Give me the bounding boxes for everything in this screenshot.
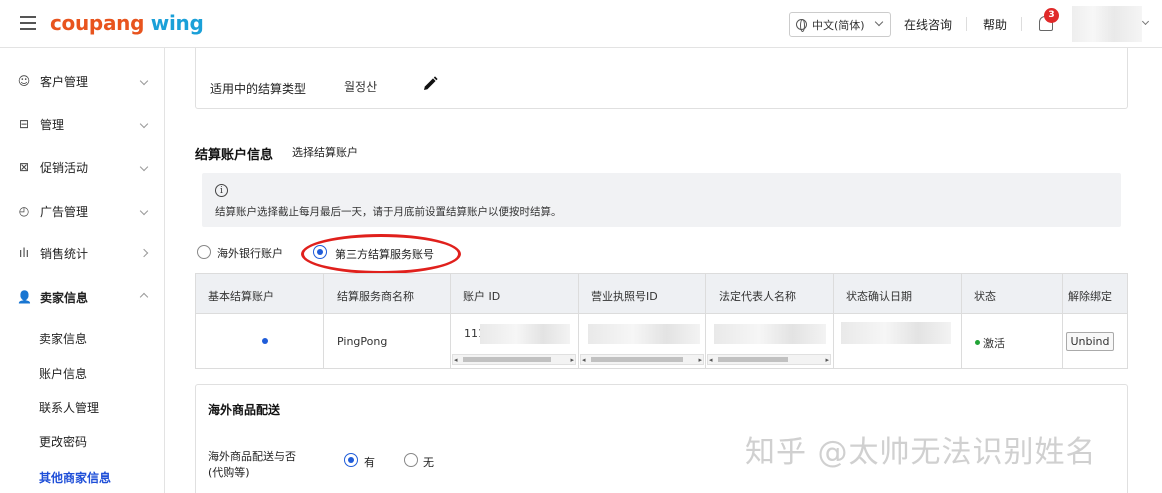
- header-divider: [966, 17, 967, 31]
- settlement-type-value: 월정산: [344, 80, 378, 94]
- sidebar-item-promotion[interactable]: ⊠ 促销活动: [0, 152, 165, 182]
- chevron-right-icon: [139, 248, 149, 258]
- ticket-icon: ⊠: [18, 160, 30, 174]
- subnav-contact-management[interactable]: 联系人管理: [39, 399, 99, 416]
- col-header: 状态确认日期: [846, 290, 912, 303]
- sidebar-item-ads[interactable]: ◴ 广告管理: [0, 196, 165, 226]
- edit-icon[interactable]: [421, 75, 439, 93]
- settlement-type-label: 适用中的结算类型: [210, 82, 307, 96]
- sidebar-item-label: 广告管理: [40, 204, 89, 219]
- col-header: 基本结算账户: [208, 290, 274, 303]
- main-content: 适用中的结算类型 월정산 结算账户信息 选择结算账户 i 结算账户选择截止每月最…: [166, 48, 1162, 493]
- notification-badge: 3: [1044, 8, 1059, 23]
- status-badge: 激活: [983, 337, 1005, 350]
- logo-coupang: coupang: [50, 11, 145, 35]
- radio-third-party-label[interactable]: 第三方结算服务账号: [335, 246, 434, 262]
- logo[interactable]: coupang wing: [50, 11, 204, 35]
- help-link[interactable]: 帮助: [983, 16, 1007, 33]
- sidebar-item-label: 卖家信息: [40, 290, 89, 305]
- subnav-seller-info[interactable]: 卖家信息: [39, 330, 87, 347]
- chevron-up-icon: [139, 292, 149, 302]
- info-icon: i: [215, 184, 228, 197]
- radio-delivery-yes[interactable]: [344, 453, 358, 467]
- language-select[interactable]: 中文(简体): [789, 12, 891, 37]
- col-header: 账户 ID: [463, 290, 501, 303]
- col-header: 营业执照号ID: [591, 290, 658, 303]
- horizontal-scrollbar[interactable]: ◂ ▸: [707, 354, 831, 365]
- settlement-type-card: 适用中的结算类型 월정산: [195, 48, 1128, 109]
- table-divider: [323, 274, 324, 368]
- chevron-down-icon[interactable]: [1141, 17, 1150, 26]
- table-divider: [578, 274, 579, 368]
- overseas-delivery-card: 海外商品配送 海外商品配送与否 (代购等) 有 无: [195, 384, 1128, 493]
- sidebar-item-sales-stats[interactable]: ılı 销售统计: [0, 238, 165, 268]
- chevron-down-icon: [139, 162, 149, 172]
- bar-chart-icon: ılı: [18, 246, 29, 260]
- menu-icon[interactable]: [20, 16, 36, 30]
- sidebar-item-label: 促销活动: [40, 160, 89, 175]
- table-divider: [1062, 274, 1063, 368]
- chevron-down-icon: [139, 119, 149, 129]
- table-divider: [450, 274, 451, 368]
- top-header: coupang wing 中文(简体) 在线咨询 帮助 3: [0, 0, 1162, 48]
- default-account-radio[interactable]: [258, 334, 270, 346]
- subnav-account-info[interactable]: 账户信息: [39, 365, 87, 382]
- table-divider: [833, 274, 834, 368]
- account-section-title: 结算账户信息: [195, 148, 274, 163]
- horizontal-scrollbar[interactable]: ◂ ▸: [580, 354, 704, 365]
- header-divider: [1021, 17, 1022, 31]
- clock-icon: ◴: [18, 204, 30, 218]
- chevron-down-icon: [139, 206, 149, 216]
- redacted-value: [841, 322, 951, 344]
- select-account-link[interactable]: 选择结算账户: [292, 144, 358, 160]
- sidebar-item-customer[interactable]: ☺ 客户管理: [0, 66, 165, 96]
- logo-wing: wing: [150, 11, 204, 35]
- subnav-change-password[interactable]: 更改密码: [39, 433, 87, 450]
- settlement-account-table: 基本结算账户 结算服务商名称 账户 ID 营业执照号ID 法定代表人名称 状态确…: [195, 273, 1128, 369]
- sidebar-item-label: 销售统计: [40, 246, 89, 261]
- overseas-delivery-question: 海外商品配送与否: [208, 450, 296, 463]
- subnav-other-seller-info[interactable]: 其他商家信息: [39, 469, 111, 486]
- table-divider: [705, 274, 706, 368]
- globe-icon: [796, 19, 807, 32]
- radio-overseas-bank[interactable]: [197, 245, 211, 259]
- sidebar: ☺ 客户管理 ⊟ 管理 ⊠ 促销活动 ◴ 广告管理 ılı 销售统计 👤 卖家信…: [0, 48, 165, 493]
- box-icon: ⊟: [18, 117, 30, 131]
- radio-third-party[interactable]: [313, 245, 327, 259]
- radio-delivery-yes-label[interactable]: 有: [364, 454, 375, 470]
- status-dot: [975, 340, 980, 345]
- chevron-down-icon: [874, 17, 884, 27]
- sidebar-item-management[interactable]: ⊟ 管理: [0, 109, 165, 139]
- account-menu[interactable]: [1072, 6, 1142, 42]
- notice-text: 结算账户选择截止每月最后一天，请于月底前设置结算账户以便按时结算。: [215, 206, 562, 218]
- notice-box: i 结算账户选择截止每月最后一天，请于月底前设置结算账户以便按时结算。: [202, 173, 1121, 227]
- provider-name: PingPong: [337, 335, 388, 348]
- live-chat-link[interactable]: 在线咨询: [904, 16, 952, 33]
- sidebar-item-seller-info[interactable]: 👤 卖家信息: [0, 282, 165, 312]
- radio-delivery-no[interactable]: [404, 453, 418, 467]
- user-icon: 👤: [17, 290, 32, 304]
- redacted-value: [714, 324, 826, 344]
- col-header: 结算服务商名称: [337, 290, 414, 303]
- language-label: 中文(简体): [812, 18, 865, 32]
- redacted-value: [480, 324, 570, 344]
- smile-icon: ☺: [17, 74, 31, 88]
- radio-delivery-no-label[interactable]: 无: [423, 454, 434, 470]
- sidebar-item-label: 客户管理: [40, 74, 89, 89]
- table-divider: [961, 274, 962, 368]
- overseas-delivery-title: 海外商品配送: [208, 403, 281, 417]
- col-header: 状态: [974, 290, 996, 303]
- chevron-down-icon: [139, 76, 149, 86]
- redacted-value: [588, 324, 700, 344]
- col-header: 法定代表人名称: [719, 290, 796, 303]
- radio-overseas-bank-label[interactable]: 海外银行账户: [217, 245, 283, 261]
- horizontal-scrollbar[interactable]: ◂ ▸: [452, 354, 576, 365]
- unbind-button[interactable]: Unbind: [1066, 332, 1114, 351]
- overseas-delivery-question-note: (代购等): [208, 466, 250, 479]
- col-header: 解除绑定: [1068, 290, 1112, 303]
- sidebar-item-label: 管理: [40, 117, 65, 132]
